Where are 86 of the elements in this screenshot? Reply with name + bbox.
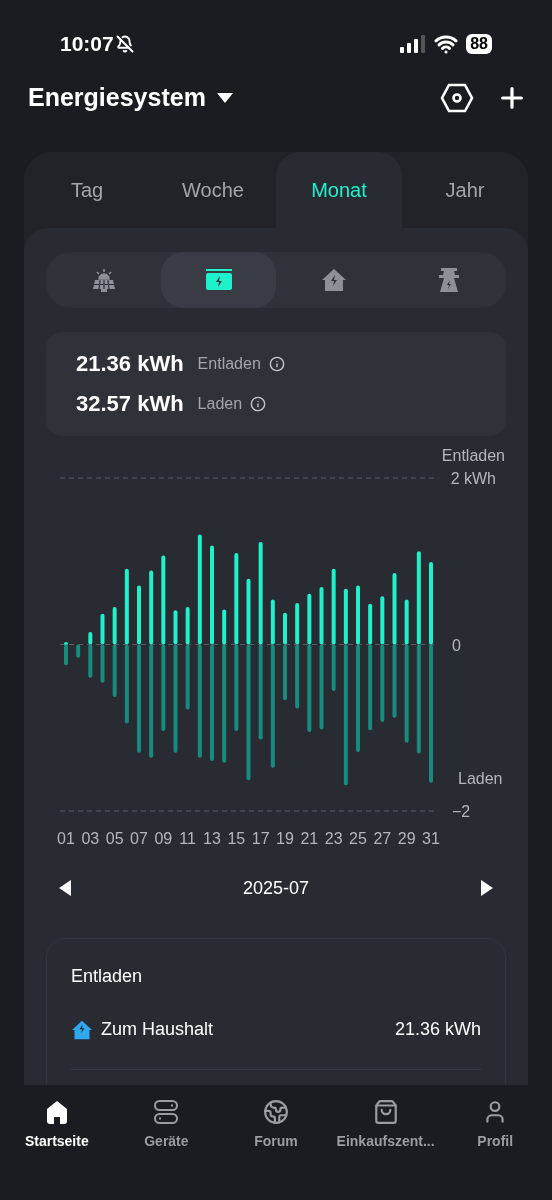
breakdown-title: Entladen bbox=[71, 965, 144, 988]
axis-label: 31 bbox=[422, 830, 440, 847]
discharge-bar bbox=[270, 599, 275, 645]
charge-bar bbox=[185, 644, 190, 710]
discharge-bar bbox=[404, 599, 409, 645]
discharge-bar bbox=[319, 587, 324, 645]
discharge-bar bbox=[100, 613, 105, 645]
charge-bar bbox=[295, 644, 300, 709]
caret-icon bbox=[215, 92, 234, 104]
period-tab[interactable]: Monat bbox=[276, 152, 402, 228]
total-label: Entladen bbox=[197, 356, 261, 372]
axis-label: 05 bbox=[105, 830, 124, 847]
period-label: 2025-07 bbox=[242, 876, 310, 900]
discharge-bar bbox=[185, 607, 190, 645]
info-icon[interactable] bbox=[268, 356, 285, 372]
devices-icon bbox=[153, 1099, 180, 1125]
shopping-bag-icon bbox=[372, 1099, 399, 1125]
discharge-bar bbox=[173, 610, 178, 645]
nav-tab[interactable]: Forum bbox=[221, 1099, 331, 1155]
house-bolt-icon bbox=[320, 268, 347, 292]
nav-tab[interactable]: Geräte bbox=[111, 1099, 222, 1155]
discharge-bar bbox=[137, 585, 141, 645]
discharge-bar bbox=[283, 612, 287, 645]
breakdown-value: 21.36 kWh bbox=[394, 1018, 481, 1041]
discharge-bar bbox=[295, 602, 300, 645]
battery-indicator: 88 bbox=[466, 34, 492, 54]
breakdown-label: Zum Haushalt bbox=[101, 1018, 214, 1041]
bell-muted-icon bbox=[115, 35, 134, 53]
axis-label: 23 bbox=[324, 830, 343, 847]
series-label: Entladen bbox=[441, 447, 505, 464]
axis-label: 29 bbox=[397, 830, 416, 847]
nav-tab[interactable]: Profil bbox=[440, 1099, 550, 1155]
axis-label: 0 bbox=[452, 636, 461, 654]
discharge-bar bbox=[88, 632, 93, 645]
axis-label: 27 bbox=[373, 830, 392, 847]
nav-tab[interactable]: Einkaufszent... bbox=[330, 1099, 441, 1155]
house-bolt-icon bbox=[71, 1019, 93, 1040]
charge-bar bbox=[64, 644, 68, 666]
discharge-bar bbox=[64, 642, 68, 645]
discharge-bar bbox=[307, 593, 312, 645]
discharge-bar bbox=[222, 609, 227, 645]
previous-month-button[interactable] bbox=[58, 879, 72, 897]
charge-bar bbox=[88, 644, 93, 678]
axis-label: 03 bbox=[81, 830, 100, 847]
total-value: 21.36 kWh bbox=[76, 353, 184, 375]
series-label: Laden bbox=[458, 770, 503, 787]
next-month-button[interactable] bbox=[480, 879, 494, 897]
axis-label: −2 bbox=[452, 803, 471, 820]
charge-bar bbox=[112, 644, 117, 697]
charge-bar bbox=[331, 644, 336, 692]
info-icon[interactable] bbox=[250, 396, 267, 412]
discharge-bar bbox=[368, 603, 373, 645]
total-label: Laden bbox=[197, 396, 243, 412]
settings-icon[interactable] bbox=[440, 83, 474, 113]
charge-bar bbox=[76, 644, 81, 658]
discharge-bar bbox=[343, 588, 348, 645]
axis-label: 07 bbox=[130, 830, 148, 847]
status-time: 10:07 bbox=[60, 31, 114, 58]
signal-icon bbox=[400, 35, 427, 53]
discharge-bar bbox=[380, 596, 385, 645]
period-tab[interactable]: Tag bbox=[24, 152, 150, 228]
source-tab[interactable] bbox=[161, 252, 276, 308]
axis-label: 19 bbox=[276, 830, 294, 847]
axis-label: 09 bbox=[154, 830, 173, 847]
axis-label: 13 bbox=[203, 830, 221, 847]
total-value: 32.57 kWh bbox=[76, 393, 184, 415]
power-tower-icon bbox=[436, 267, 461, 293]
solar-panel-icon bbox=[90, 267, 117, 293]
charge-bar bbox=[100, 644, 105, 683]
period-tab[interactable]: Woche bbox=[150, 152, 276, 228]
period-tab[interactable]: Jahr bbox=[402, 152, 528, 228]
globe-icon bbox=[263, 1099, 289, 1125]
charge-bar bbox=[283, 644, 287, 701]
discharge-bar bbox=[356, 585, 360, 645]
discharge-bar bbox=[246, 578, 251, 645]
axis-label: 25 bbox=[349, 830, 367, 847]
nav-tab[interactable]: Startseite bbox=[2, 1099, 112, 1155]
axis-label: 15 bbox=[227, 830, 246, 847]
axis-label: 17 bbox=[251, 830, 270, 847]
axis-label: 2 kWh bbox=[450, 470, 496, 487]
battery-bolt-icon bbox=[204, 269, 233, 291]
system-selector[interactable]: Energiesystem bbox=[28, 79, 234, 117]
discharge-bar bbox=[112, 607, 117, 645]
axis-label: 11 bbox=[179, 830, 196, 847]
axis-label: 01 bbox=[57, 830, 75, 847]
axis-label: 21 bbox=[300, 830, 319, 847]
